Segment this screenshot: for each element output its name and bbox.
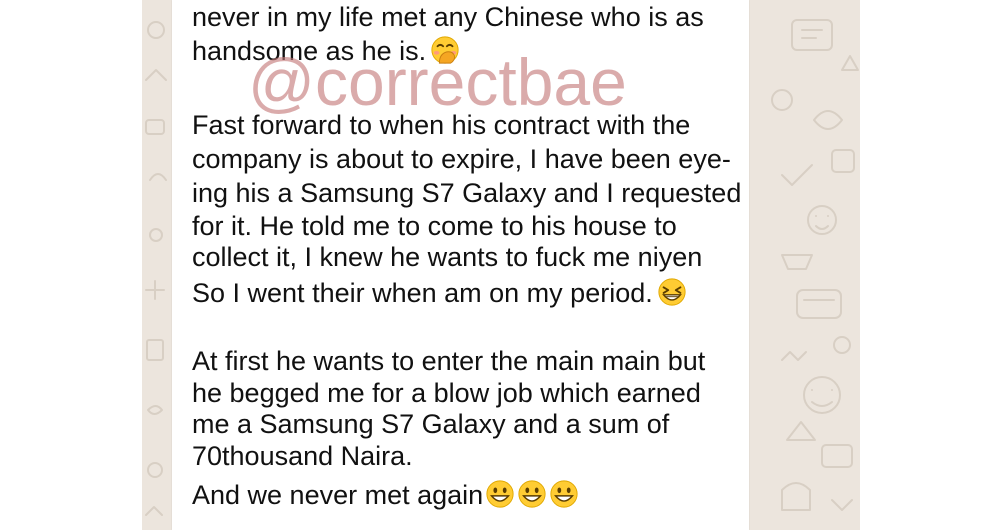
message-line-12: 70thousand Naira. xyxy=(192,441,413,471)
message-line-13: And we never met again xyxy=(192,478,579,512)
message-line-5: ing his a Samsung S7 Galaxy and I reques… xyxy=(192,178,742,208)
screenshot-page: never in my life met any Chinese who is … xyxy=(0,0,1000,530)
grinning-face-icon xyxy=(518,480,546,508)
message-line-9: At first he wants to enter the main main… xyxy=(192,346,706,376)
message-line-6: for it. He told me to come to his house … xyxy=(192,211,677,241)
message-line-10: he begged me for a blow job which earned xyxy=(192,378,701,408)
grinning-squinting-face-icon xyxy=(658,278,686,306)
grinning-face-icon xyxy=(550,480,578,508)
grinning-face-icon xyxy=(486,480,514,508)
message-line-1: never in my life met any Chinese who is … xyxy=(192,2,704,32)
message-line-11: me a Samsung S7 Galaxy and a sum of xyxy=(192,409,670,439)
message-line-8: So I went their when am on my period. xyxy=(192,276,687,310)
message-line-4: company is about to expire, I have been … xyxy=(192,144,731,174)
message-line-7: collect it, I knew he wants to fuck me n… xyxy=(192,242,703,272)
watermark: @correctbae xyxy=(248,45,627,119)
